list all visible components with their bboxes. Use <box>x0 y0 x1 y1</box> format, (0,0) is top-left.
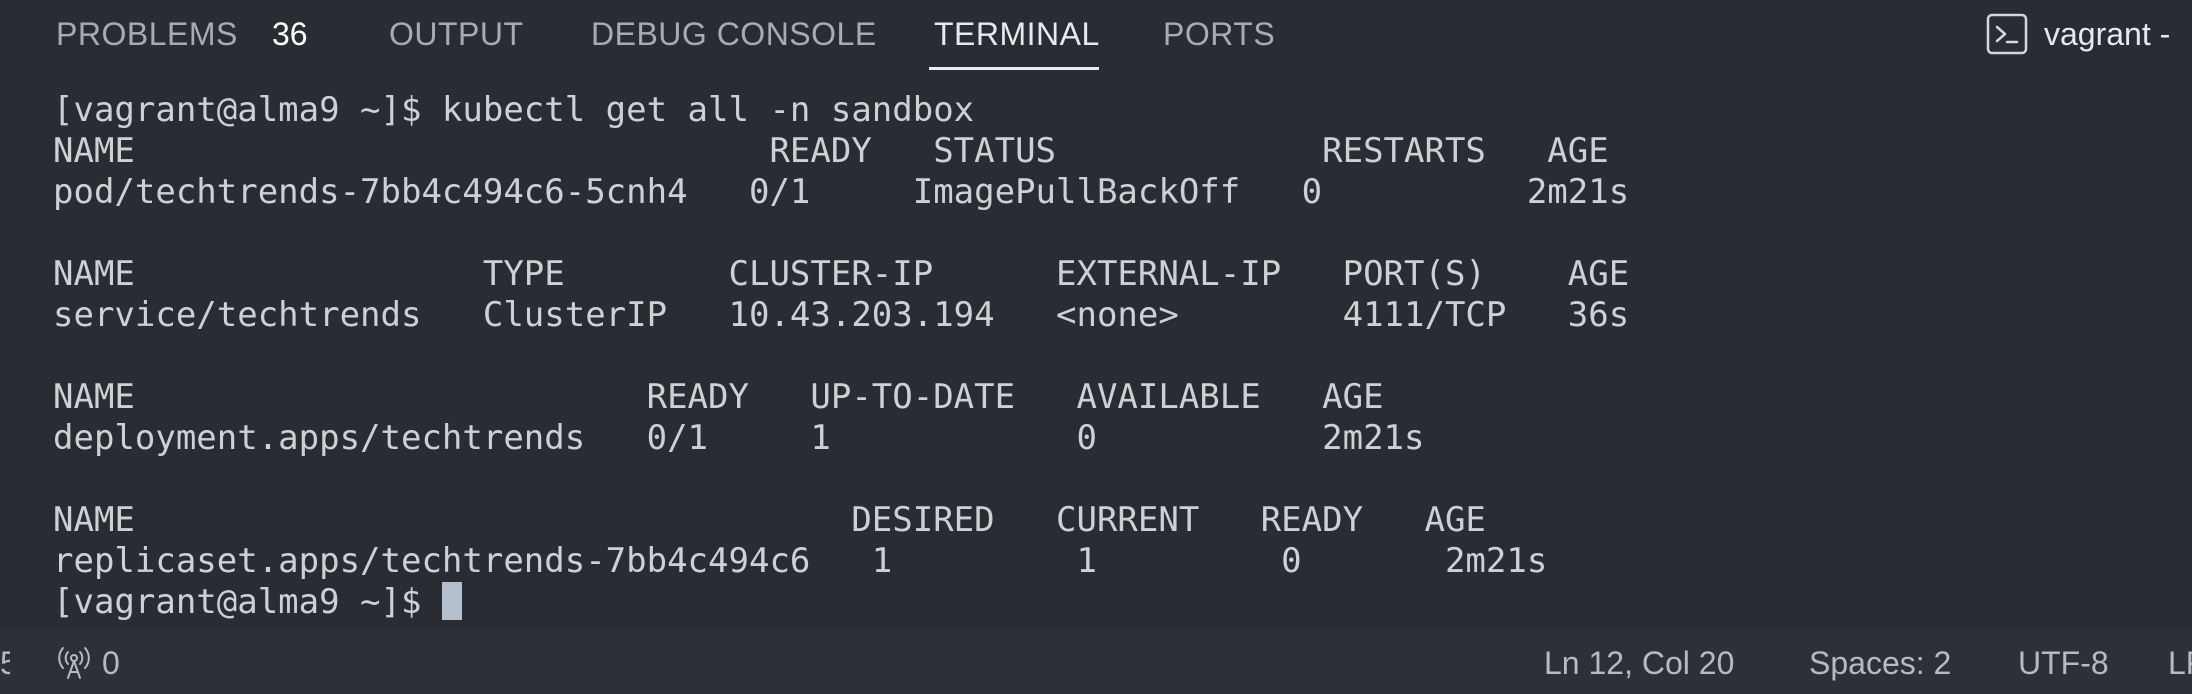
terminal-name: vagrant - <box>2044 15 2171 52</box>
terminal-line: service/techtrends ClusterIP 10.43.203.1… <box>53 295 1630 335</box>
tab-terminal[interactable]: TERMINAL <box>934 14 1100 54</box>
active-tab-indicator <box>929 67 1099 70</box>
terminal-line: NAME READY UP-TO-DATE AVAILABLE AGE <box>53 377 1384 417</box>
ports-status[interactable]: 0 <box>56 644 120 682</box>
terminal-prompt: [vagrant@alma9 ~]$ <box>53 582 442 622</box>
terminal-line: NAME READY STATUS RESTARTS AGE <box>53 131 1609 171</box>
terminal-line: pod/techtrends-7bb4c494c6-5cnh4 0/1 Imag… <box>53 172 1630 212</box>
terminal-line: deployment.apps/techtrends 0/1 1 0 2m21s <box>53 418 1425 458</box>
terminal-prompt-line[interactable]: [vagrant@alma9 ~]$ <box>53 582 462 623</box>
encoding-setting[interactable]: UTF-8 <box>2018 644 2109 682</box>
terminal-selector[interactable]: vagrant - <box>1986 12 2192 56</box>
tab-output[interactable]: OUTPUT <box>389 14 524 54</box>
terminal-line: replicaset.apps/techtrends-7bb4c494c6 1 … <box>53 541 1548 581</box>
tab-debug-console[interactable]: DEBUG CONSOLE <box>591 14 877 54</box>
panel-tab-bar: PROBLEMS 36 OUTPUT DEBUG CONSOLE TERMINA… <box>0 0 2192 72</box>
terminal-line: NAME DESIRED CURRENT READY AGE <box>53 500 1486 540</box>
cursor-position[interactable]: Ln 12, Col 20 <box>1544 644 1734 682</box>
tab-problems[interactable]: PROBLEMS <box>56 14 238 54</box>
terminal-cursor <box>441 582 462 620</box>
terminal-line: [vagrant@alma9 ~]$ kubectl get all -n sa… <box>53 90 975 130</box>
status-left-edge[interactable]: 5 <box>0 644 10 682</box>
terminal-icon <box>1986 13 2028 55</box>
tab-ports[interactable]: PORTS <box>1163 14 1275 54</box>
indentation-setting[interactable]: Spaces: 2 <box>1809 644 1951 682</box>
problems-count-badge: 36 <box>272 16 308 52</box>
terminal-output[interactable]: [vagrant@alma9 ~]$ kubectl get all -n sa… <box>0 90 2192 625</box>
terminal-line: NAME TYPE CLUSTER-IP EXTERNAL-IP PORT(S)… <box>53 254 1630 294</box>
line-ending-setting[interactable]: LF <box>2168 644 2192 682</box>
broadcast-icon <box>58 647 90 679</box>
status-bar: 5 0 Ln 12, Col 20 Spaces: 2 UTF-8 LF <box>0 630 2192 694</box>
ports-count: 0 <box>102 645 120 681</box>
